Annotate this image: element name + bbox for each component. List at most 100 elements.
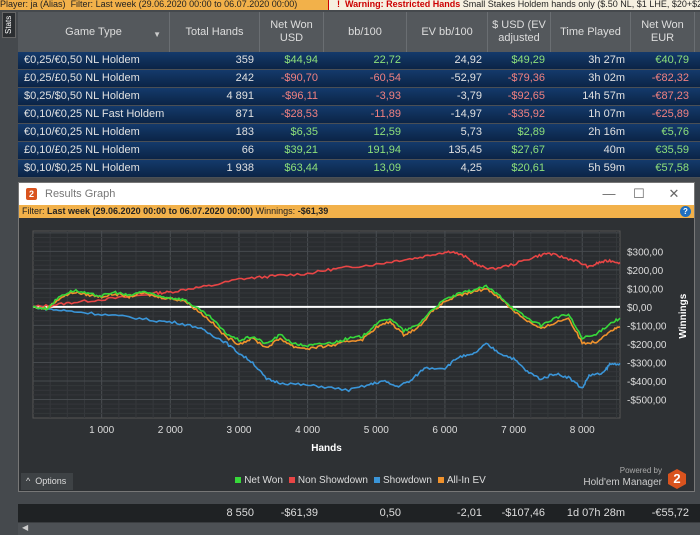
legend-swatch (288, 477, 295, 483)
column-header-net-won-eur[interactable]: Net Won EUR (631, 12, 695, 52)
maximize-button[interactable]: ☐ (624, 183, 654, 205)
column-header-usd-ev-adjusted[interactable]: $ USD (EV adjusted (488, 12, 551, 52)
horizontal-scrollbar[interactable]: ◀ (18, 522, 700, 535)
cell-net-won-eur: €5,76 (661, 126, 689, 138)
column-header-net-won-usd[interactable]: Net Won USD (260, 12, 324, 52)
y-tick-label: -$500,00 (627, 395, 667, 406)
cell-total-hands: 242 (235, 72, 254, 84)
cell-ev-bb100: 135,45 (448, 144, 482, 156)
cell-net-won-usd: -$28,53 (280, 108, 318, 120)
cell-time-played: 5h 59m (588, 162, 625, 174)
brand-name: Hold'em Manager (583, 477, 662, 488)
total-time-played: 1d 07h 28m (566, 507, 625, 519)
y-tick-label: -$300,00 (627, 358, 667, 369)
cell-time-played: 40m (603, 144, 625, 156)
cell-net-won-eur: -€25,89 (651, 108, 689, 120)
filter-value[interactable]: Last week (29.06.2020 00:00 to 06.07.202… (47, 206, 253, 216)
cell-net-won-usd: -$90,70 (280, 72, 318, 84)
cell-usd-ev-adjusted: $2,89 (517, 126, 545, 138)
warning-icon: ! (337, 0, 340, 9)
cell-total-hands: 359 (235, 54, 254, 66)
options-button[interactable]: ^ Options (21, 473, 73, 490)
results-chart: 1 000 2 000 3 000 4 000 5 000 6 000 7 000 8 000… (32, 230, 689, 454)
column-header-total-hands[interactable]: Total Hands (170, 12, 260, 52)
total-net-won-eur: -€55,72 (651, 507, 689, 519)
x-tick-label: 7 000 (501, 425, 526, 436)
legend-item-all-in-ev[interactable]: All-In EV (432, 475, 486, 486)
window-titlebar[interactable]: 2 Results Graph — ☐ ✕ (19, 183, 694, 205)
cell-ev-bb100: -52,97 (450, 72, 482, 84)
y-tick-label: $300,00 (627, 247, 664, 258)
legend-swatch (437, 477, 444, 483)
y-tick-label: $200,00 (627, 266, 664, 277)
table-row[interactable]: $0,10/$0,25 NL Holdem 1 938 $63,44 13,09 4,2… (18, 160, 700, 178)
cell-game-type: £0,25/£0,50 NL Holdem (24, 72, 140, 84)
total-hands: 8 550 (226, 507, 254, 519)
column-header-label: Game Type (65, 25, 122, 38)
x-tick-label: 8 000 (570, 425, 595, 436)
close-button[interactable]: ✕ (659, 183, 689, 205)
x-tick-label: 1 000 (89, 425, 114, 436)
legend-item-showdown[interactable]: Showdown (368, 475, 432, 486)
cell-time-played: 3h 02m (588, 72, 625, 84)
cell-net-won-eur: €57,58 (655, 162, 689, 174)
legend-item-non-showdown[interactable]: Non Showdown (283, 475, 368, 486)
cell-game-type: £0,10/£0,25 NL Holdem (24, 144, 140, 156)
y-tick-label: -$200,00 (627, 340, 667, 351)
cell-net-won-eur: -€87,23 (651, 90, 689, 102)
totals-row: 8 550 -$61,39 0,50 -2,01 -$107,46 1d 07h… (18, 504, 700, 522)
totals-spacer (18, 504, 170, 522)
y-tick-label: $0,00 (627, 303, 652, 314)
table-row[interactable]: £0,10/£0,25 NL Holdem 66 $39,21 191,94 135,4… (18, 142, 700, 160)
table-row[interactable]: €0,10/€0,25 NL Holdem 183 $6,35 12,59 5,73 $2… (18, 124, 700, 142)
column-header-game-type[interactable]: Game Type ▼ (18, 12, 170, 52)
results-graph-window: 2 Results Graph — ☐ ✕ Filter: Last week … (18, 182, 695, 492)
cell-time-played: 3h 27m (588, 54, 625, 66)
total-bb100: 0,50 (379, 507, 401, 519)
legend-label: Non Showdown (297, 475, 368, 486)
minimize-button[interactable]: — (594, 183, 624, 205)
filter-label: Filter: (22, 206, 45, 216)
table-row[interactable]: €0,25/€0,50 NL Holdem 359 $44,94 22,72 24,92… (18, 52, 700, 70)
cell-bb100: 22,72 (373, 54, 401, 66)
cell-net-won-eur: €40,79 (655, 54, 689, 66)
table-row[interactable]: $0,25/$0,50 NL Holdem 4 891 -$96,11 -3,93 -3… (18, 88, 700, 106)
cell-net-won-usd: $44,94 (284, 54, 318, 66)
cell-net-won-usd: $6,35 (290, 126, 318, 138)
scroll-left-icon[interactable]: ◀ (22, 523, 28, 532)
warning-title: Warning: Restricted Hands (345, 0, 461, 9)
y-tick-label: $100,00 (627, 284, 664, 295)
graph-filter-bar: Filter: Last week (29.06.2020 00:00 to 0… (19, 205, 694, 218)
total-usd-ev-adjusted: -$107,46 (501, 507, 545, 519)
legend-label: Net Won (244, 475, 283, 486)
window-title: Results Graph (45, 188, 116, 200)
cell-usd-ev-adjusted: -$92,65 (507, 90, 545, 102)
cell-total-hands: 4 891 (226, 90, 254, 102)
player-name[interactable]: ja (Alias) (31, 0, 66, 9)
sort-dropdown-icon[interactable]: ▼ (153, 28, 161, 41)
table-row[interactable]: €0,10/€0,25 NL Fast Holdem 871 -$28,53 -11,… (18, 106, 700, 124)
legend-label: All-In EV (446, 475, 486, 486)
cell-ev-bb100: 5,73 (460, 126, 482, 138)
x-tick-label: 4 000 (295, 425, 320, 436)
cell-bb100: -60,54 (369, 72, 401, 84)
cell-net-won-eur: -€82,32 (651, 72, 689, 84)
cell-bb100: -3,93 (375, 90, 401, 102)
stats-tab[interactable]: Stats (2, 12, 16, 38)
legend-item-net-won[interactable]: Net Won (229, 475, 283, 486)
column-header-bb100[interactable]: bb/100 (324, 12, 407, 52)
cell-time-played: 2h 16m (588, 126, 625, 138)
cell-time-played: 1h 07m (588, 108, 625, 120)
warning-text: Small Stakes Holdem hands only ($.50 NL,… (462, 0, 700, 9)
column-header-time-played[interactable]: Time Played (551, 12, 631, 52)
winnings-label: Winnings: (255, 206, 296, 216)
cell-bb100: 191,94 (367, 144, 401, 156)
powered-by-label: Powered by (619, 466, 662, 475)
legend-label: Showdown (382, 475, 432, 486)
cell-total-hands: 1 938 (226, 162, 254, 174)
filter-value[interactable]: Last week (29.06.2020 00:00 to 06.07.202… (96, 0, 298, 9)
help-icon[interactable]: ? (680, 206, 691, 217)
table-row[interactable]: £0,25/£0,50 NL Holdem 242 -$90,70 -60,54 -52… (18, 70, 700, 88)
column-header-ev-bb100[interactable]: EV bb/100 (407, 12, 488, 52)
total-ev-bb100: -2,01 (456, 507, 482, 519)
